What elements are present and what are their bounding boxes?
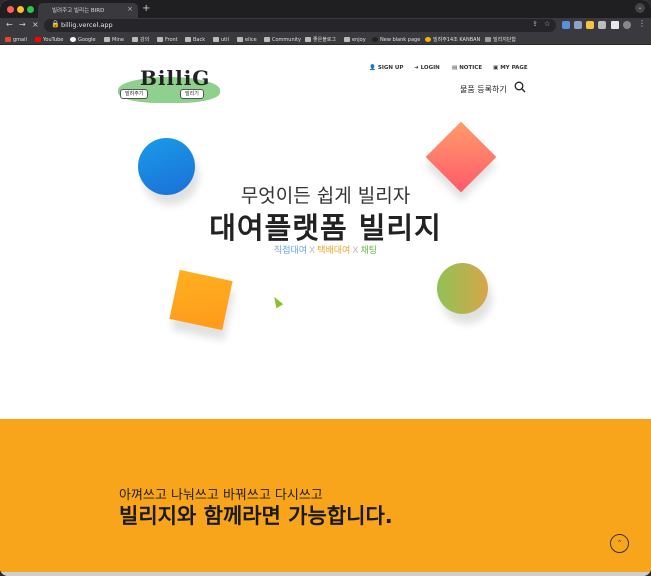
bookmark-item[interactable]: New blank page: [372, 35, 420, 44]
browser-toolbar: ← → × 🔒 billig.vercel.app ⇪ ☆ ⋮: [0, 18, 651, 33]
clipboard-icon: ▤: [452, 65, 458, 71]
back-icon[interactable]: ←: [6, 20, 13, 29]
scroll-to-top-button[interactable]: ⌃: [610, 534, 629, 553]
kanban-icon: [425, 37, 431, 42]
logo-tag-lend: 빌려주기: [120, 89, 149, 99]
tag-separator: X: [352, 246, 359, 256]
bookmark-item[interactable]: YouTube: [35, 35, 63, 44]
logo-text: BilliG: [140, 66, 211, 90]
share-icon[interactable]: ⇪: [532, 20, 538, 28]
bookmark-folder[interactable]: Mine: [104, 35, 124, 44]
stop-loading-icon[interactable]: ×: [32, 20, 39, 29]
folder-icon: [132, 37, 138, 42]
chevron-up-icon: ⌃: [616, 539, 623, 547]
hero-subtitle: 무엇이든 쉽게 빌리자: [240, 185, 411, 207]
browser-menu-icon[interactable]: ⋮: [638, 19, 646, 28]
folder-icon: [264, 37, 270, 42]
user-plus-icon: 👤: [369, 65, 376, 71]
site-logo[interactable]: BilliG 빌려주기 빌리기: [118, 65, 220, 103]
signup-link[interactable]: 👤 SIGN UP: [369, 65, 403, 71]
active-tab[interactable]: 빌려주고 빌리는 BIRD ×: [38, 3, 138, 18]
close-window-button[interactable]: [7, 6, 14, 13]
bookmark-icon: [485, 37, 491, 42]
bookmarks-bar: gmail YouTube Google Mine 강의 Front Back …: [0, 33, 651, 45]
tag-chat: 채팅: [360, 246, 378, 256]
sidebar-icon[interactable]: [611, 21, 619, 29]
forward-icon[interactable]: →: [19, 20, 26, 29]
tab-title: 빌려주고 빌리는 BIRD: [52, 8, 105, 14]
bookmark-folder[interactable]: Community: [264, 35, 301, 44]
extension-icon[interactable]: [574, 21, 582, 29]
bookmark-folder[interactable]: 강의: [132, 35, 149, 44]
mypage-link[interactable]: ▣ MY PAGE: [493, 65, 528, 71]
page-content: BilliG 빌려주기 빌리기 👤 SIGN UP ➜ LOGIN ▤ NOTICE …: [0, 45, 651, 572]
notion-icon: [372, 37, 378, 42]
url-text[interactable]: billig.vercel.app: [61, 21, 113, 29]
folder-icon: [157, 37, 163, 42]
promo-band: 아껴쓰고 나눠쓰고 바꿔쓰고 다시쓰고 빌리지와 함께라면 가능합니다.: [0, 419, 651, 572]
bookmark-folder[interactable]: 좋은블로그: [305, 35, 336, 44]
zoom-window-button[interactable]: [27, 6, 34, 13]
gmail-icon: [5, 37, 11, 42]
tab-close-icon[interactable]: ×: [127, 5, 133, 13]
profile-avatar[interactable]: [623, 21, 631, 29]
register-item-link[interactable]: 물품 등록하기: [460, 84, 507, 95]
tab-search-icon[interactable]: ⌄: [635, 3, 645, 13]
bookmark-folder[interactable]: Back: [185, 35, 205, 44]
bookmark-item[interactable]: 빌리지단합: [485, 35, 516, 44]
bookmark-item[interactable]: gmail: [5, 35, 27, 44]
hero-title: 대여플랫폼 빌리지: [209, 211, 442, 245]
bookmark-item[interactable]: 빌려주14조 KANBAN: [425, 35, 480, 44]
folder-icon: [344, 37, 350, 42]
search-icon[interactable]: [514, 81, 526, 93]
folder-icon: [237, 37, 243, 42]
login-icon: ➜: [414, 65, 419, 71]
login-link[interactable]: ➜ LOGIN: [414, 65, 440, 71]
logo-tag-borrow: 빌리기: [180, 89, 204, 99]
youtube-icon: [35, 37, 41, 42]
folder-icon: [185, 37, 191, 42]
bookmark-star-icon[interactable]: ☆: [544, 20, 550, 28]
extension-icon[interactable]: [586, 21, 594, 29]
folder-icon: [104, 37, 110, 42]
bookmark-folder[interactable]: Front: [157, 35, 178, 44]
hero-tags: 직접대여 X 택배대여 X 채팅: [0, 243, 651, 256]
notice-link[interactable]: ▤ NOTICE: [452, 65, 482, 71]
minimize-window-button[interactable]: [17, 6, 24, 13]
address-bar[interactable]: 🔒 billig.vercel.app ⇪ ☆: [44, 19, 556, 32]
extensions-puzzle-icon[interactable]: [598, 21, 606, 29]
bookmark-folder[interactable]: util: [213, 35, 229, 44]
mouse-cursor-icon: [270, 294, 284, 309]
lock-icon[interactable]: 🔒: [51, 20, 60, 28]
folder-icon: [305, 37, 311, 42]
tab-strip: 빌려주고 빌리는 BIRD × + ⌄: [0, 0, 651, 18]
user-icon: ▣: [493, 65, 499, 71]
horizontal-scrollbar[interactable]: [0, 572, 651, 576]
bookmark-item[interactable]: Google: [70, 35, 96, 44]
tag-separator: X: [309, 246, 316, 256]
google-icon: [70, 37, 76, 42]
decorative-green-circle: [437, 263, 488, 314]
tag-direct-rental: 직접대여: [273, 246, 308, 256]
browser-window: 빌려주고 빌리는 BIRD × + ⌄ ← → × 🔒 billig.verce…: [0, 0, 651, 576]
folder-icon: [213, 37, 219, 42]
new-tab-button[interactable]: +: [142, 3, 150, 14]
decorative-orange-square: [169, 269, 233, 331]
tag-delivery-rental: 택배대여: [317, 246, 351, 256]
promo-title: 빌리지와 함께라면 가능합니다.: [119, 504, 393, 528]
bookmark-folder[interactable]: elice: [237, 35, 257, 44]
extension-icon[interactable]: [562, 21, 570, 29]
bookmark-folder[interactable]: enjoy: [344, 35, 366, 44]
